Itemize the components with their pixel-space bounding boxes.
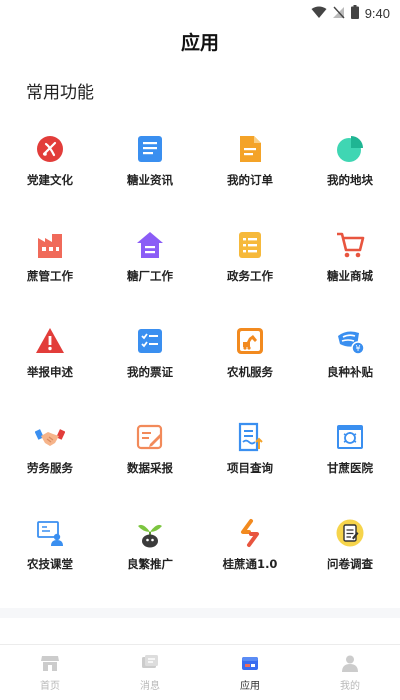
- function-party-culture[interactable]: 党建文化: [0, 128, 100, 224]
- function-my-plot[interactable]: 我的地块: [300, 128, 400, 224]
- tab-label: 我的: [340, 681, 360, 692]
- party-emblem-icon: [35, 134, 65, 164]
- function-label: 糖厂工作: [127, 269, 173, 283]
- function-label: 党建文化: [27, 173, 73, 187]
- section-title: 常用功能: [26, 83, 94, 103]
- function-label: 问卷调查: [327, 557, 373, 571]
- function-project-query[interactable]: 项目查询: [200, 416, 300, 512]
- function-report-complaint[interactable]: 举报申述: [0, 320, 100, 416]
- function-government-work[interactable]: 政务工作: [200, 224, 300, 320]
- house-icon: [135, 230, 165, 260]
- function-label: 甘蔗医院: [327, 461, 373, 475]
- function-farm-machinery[interactable]: 农机服务: [200, 320, 300, 416]
- function-breeding-promotion[interactable]: 良繁推广: [100, 512, 200, 608]
- status-bar: 9:40: [0, 0, 400, 24]
- tab-messages[interactable]: 消息: [100, 645, 200, 700]
- function-my-orders[interactable]: 我的订单: [200, 128, 300, 224]
- function-label: 桂蔗通1.0: [222, 557, 278, 571]
- function-labor-service[interactable]: 劳务服务: [0, 416, 100, 512]
- function-label: 劳务服务: [27, 461, 73, 475]
- page-title: 应用: [180, 32, 219, 54]
- function-my-tickets[interactable]: 我的票证: [100, 320, 200, 416]
- function-label: 我的地块: [327, 173, 373, 187]
- function-data-report[interactable]: 数据采报: [100, 416, 200, 512]
- tab-home[interactable]: 首页: [0, 645, 100, 700]
- tab-profile[interactable]: 我的: [300, 645, 400, 700]
- function-label: 良种补贴: [327, 365, 373, 379]
- sugarcane-hospital-icon: [335, 422, 365, 452]
- factory-icon: [35, 230, 65, 260]
- function-sugar-mall[interactable]: 糖业商城: [300, 224, 400, 320]
- profile-icon: [340, 653, 360, 673]
- status-time: 9:40: [364, 6, 390, 21]
- seed-subsidy-icon: ¥: [335, 326, 365, 356]
- no-signal-icon: [332, 4, 345, 23]
- function-tech-classroom[interactable]: 农技课堂: [0, 512, 100, 608]
- pie-chart-icon: [335, 134, 365, 164]
- function-grid: 党建文化 糖业资讯 我的订单 我的地块 蔗管工作 糖厂工作 政务工作 糖业商城 …: [0, 128, 400, 608]
- divider-band: [0, 608, 400, 618]
- function-label: 糖业资讯: [127, 173, 173, 187]
- function-label: 糖业商城: [327, 269, 373, 283]
- function-sugarcane-hospital[interactable]: 甘蔗医院: [300, 416, 400, 512]
- handshake-icon: [35, 422, 65, 452]
- tab-label: 应用: [240, 681, 260, 692]
- function-label: 数据采报: [127, 461, 173, 475]
- order-file-icon: [235, 134, 265, 164]
- function-sugar-news[interactable]: 糖业资讯: [100, 128, 200, 224]
- function-label: 我的票证: [127, 365, 173, 379]
- function-label: 农机服务: [227, 365, 273, 379]
- function-label: 蔗管工作: [27, 269, 73, 283]
- function-label: 农技课堂: [27, 557, 73, 571]
- shopping-cart-icon: [335, 230, 365, 260]
- checklist-icon: [135, 326, 165, 356]
- svg-text:¥: ¥: [355, 344, 360, 353]
- function-label: 举报申述: [27, 365, 73, 379]
- function-sugar-factory[interactable]: 糖厂工作: [100, 224, 200, 320]
- function-label: 项目查询: [227, 461, 273, 475]
- function-seed-subsidy[interactable]: ¥ 良种补贴: [300, 320, 400, 416]
- data-report-icon: [135, 422, 165, 452]
- apps-icon: [240, 653, 260, 673]
- app-logo-icon: [235, 518, 265, 548]
- excavator-icon: [235, 326, 265, 356]
- training-classroom-icon: [35, 518, 65, 548]
- list-document-icon: [235, 230, 265, 260]
- questionnaire-icon: [335, 518, 365, 548]
- function-label: 良繁推广: [127, 557, 173, 571]
- function-cane-management[interactable]: 蔗管工作: [0, 224, 100, 320]
- news-document-icon: [135, 134, 165, 164]
- warning-icon: [35, 326, 65, 356]
- message-icon: [140, 653, 160, 673]
- status-icons: 9:40: [311, 4, 390, 23]
- bottom-tab-bar: 首页 消息 应用 我的: [0, 644, 400, 700]
- function-label: 政务工作: [227, 269, 273, 283]
- function-guizhetong[interactable]: 桂蔗通1.0: [200, 512, 300, 608]
- home-store-icon: [40, 653, 60, 673]
- sprout-icon: [135, 518, 165, 548]
- function-questionnaire[interactable]: 问卷调查: [300, 512, 400, 608]
- tab-label: 首页: [40, 681, 60, 692]
- wifi-icon: [311, 4, 327, 23]
- function-label: 我的订单: [227, 173, 273, 187]
- battery-icon: [350, 4, 359, 23]
- project-query-icon: [235, 422, 265, 452]
- tab-apps[interactable]: 应用: [200, 645, 300, 700]
- tab-label: 消息: [140, 681, 160, 692]
